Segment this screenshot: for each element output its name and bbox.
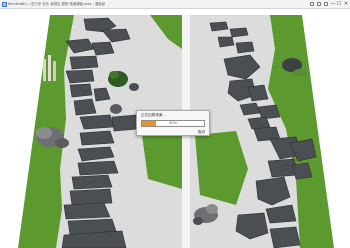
stepping-stone <box>71 174 113 190</box>
stepping-stone <box>63 202 111 220</box>
stepping-stone <box>77 160 119 176</box>
stepping-stone <box>91 41 115 56</box>
stepping-stone <box>239 102 261 116</box>
stepping-stone <box>73 98 97 116</box>
stepping-stone <box>69 55 99 70</box>
loading-dialog: 正在加载场景... 50% 取消 <box>136 110 210 136</box>
progress-percent: 50% <box>169 121 177 125</box>
stepping-stone <box>65 69 95 84</box>
left-small-rock <box>110 104 122 114</box>
close-button[interactable]: ✕ <box>343 0 349 8</box>
clear-icon[interactable] <box>324 2 328 6</box>
save-icon[interactable] <box>310 2 314 6</box>
dialog-title: 正在加载场景... <box>141 113 166 117</box>
title-bar: Renderer D:\...\石汀步 石头 景观石 庭院 地面铺装.max -… <box>0 0 350 9</box>
stepping-stone <box>247 116 271 130</box>
stepping-stone <box>69 83 93 98</box>
stepping-stone <box>69 188 113 206</box>
maximize-button[interactable]: ☐ <box>336 0 342 8</box>
app-icon <box>2 2 7 7</box>
stepping-stone <box>79 114 115 130</box>
render-viewport: 正在加载场景... 50% 取消 <box>0 9 350 248</box>
stepping-stone <box>257 104 281 120</box>
stepping-stone <box>235 41 255 54</box>
progress-bar: 50% <box>141 120 205 127</box>
title-toolbar <box>310 2 328 6</box>
cancel-button[interactable]: 取消 <box>198 130 205 135</box>
window-title: D:\...\石汀步 石头 景观石 庭院 地面铺装.max - 渲染帧 <box>22 2 106 6</box>
copy-icon[interactable] <box>317 2 321 6</box>
stepping-stone <box>79 130 115 146</box>
stepping-stone <box>217 36 235 48</box>
stepping-stone <box>269 226 301 248</box>
stepping-stone <box>111 114 139 132</box>
